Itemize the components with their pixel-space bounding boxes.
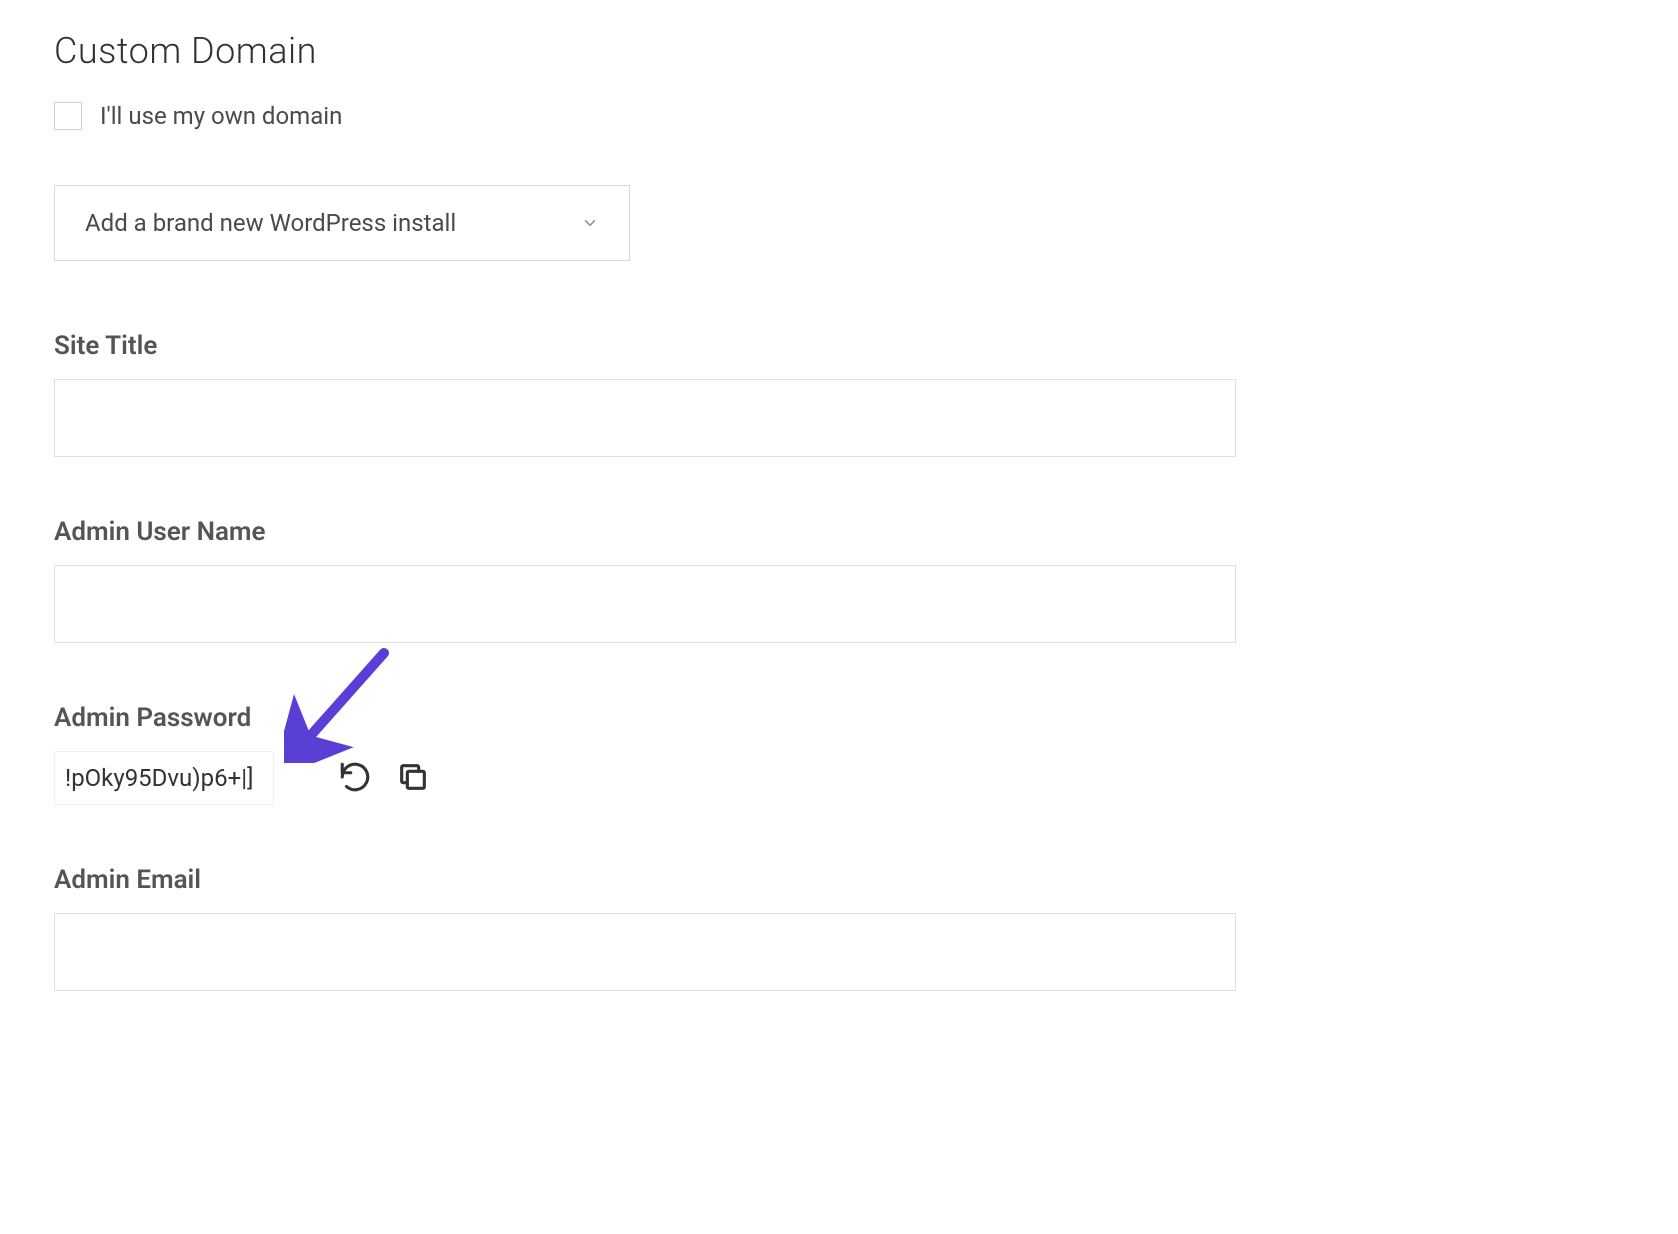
admin-email-label: Admin Email bbox=[54, 865, 1624, 895]
copy-password-button[interactable] bbox=[394, 759, 432, 797]
install-type-select[interactable]: Add a brand new WordPress install bbox=[54, 185, 630, 261]
own-domain-checkbox-label: I'll use my own domain bbox=[100, 102, 342, 130]
admin-password-label: Admin Password bbox=[54, 703, 1624, 733]
admin-password-value[interactable]: !pOky95Dvu)p6+|] bbox=[54, 751, 274, 805]
own-domain-checkbox[interactable] bbox=[54, 102, 82, 130]
chevron-down-icon bbox=[581, 214, 599, 232]
admin-email-field-group: Admin Email bbox=[54, 865, 1624, 991]
admin-email-input[interactable] bbox=[54, 913, 1236, 991]
custom-domain-heading: Custom Domain bbox=[54, 30, 1624, 72]
site-title-field-group: Site Title bbox=[54, 331, 1624, 457]
site-title-label: Site Title bbox=[54, 331, 1624, 361]
admin-password-field-group: Admin Password !pOky95Dvu)p6+|] bbox=[54, 703, 1624, 805]
admin-password-row: !pOky95Dvu)p6+|] bbox=[54, 751, 1624, 805]
site-title-input[interactable] bbox=[54, 379, 1236, 457]
install-type-select-value: Add a brand new WordPress install bbox=[85, 209, 456, 237]
password-actions bbox=[336, 759, 432, 797]
refresh-icon bbox=[338, 760, 372, 797]
admin-user-label: Admin User Name bbox=[54, 517, 1624, 547]
own-domain-checkbox-row[interactable]: I'll use my own domain bbox=[54, 102, 1624, 130]
admin-user-input[interactable] bbox=[54, 565, 1236, 643]
copy-icon bbox=[396, 760, 430, 797]
regenerate-password-button[interactable] bbox=[336, 759, 374, 797]
admin-user-field-group: Admin User Name bbox=[54, 517, 1624, 643]
